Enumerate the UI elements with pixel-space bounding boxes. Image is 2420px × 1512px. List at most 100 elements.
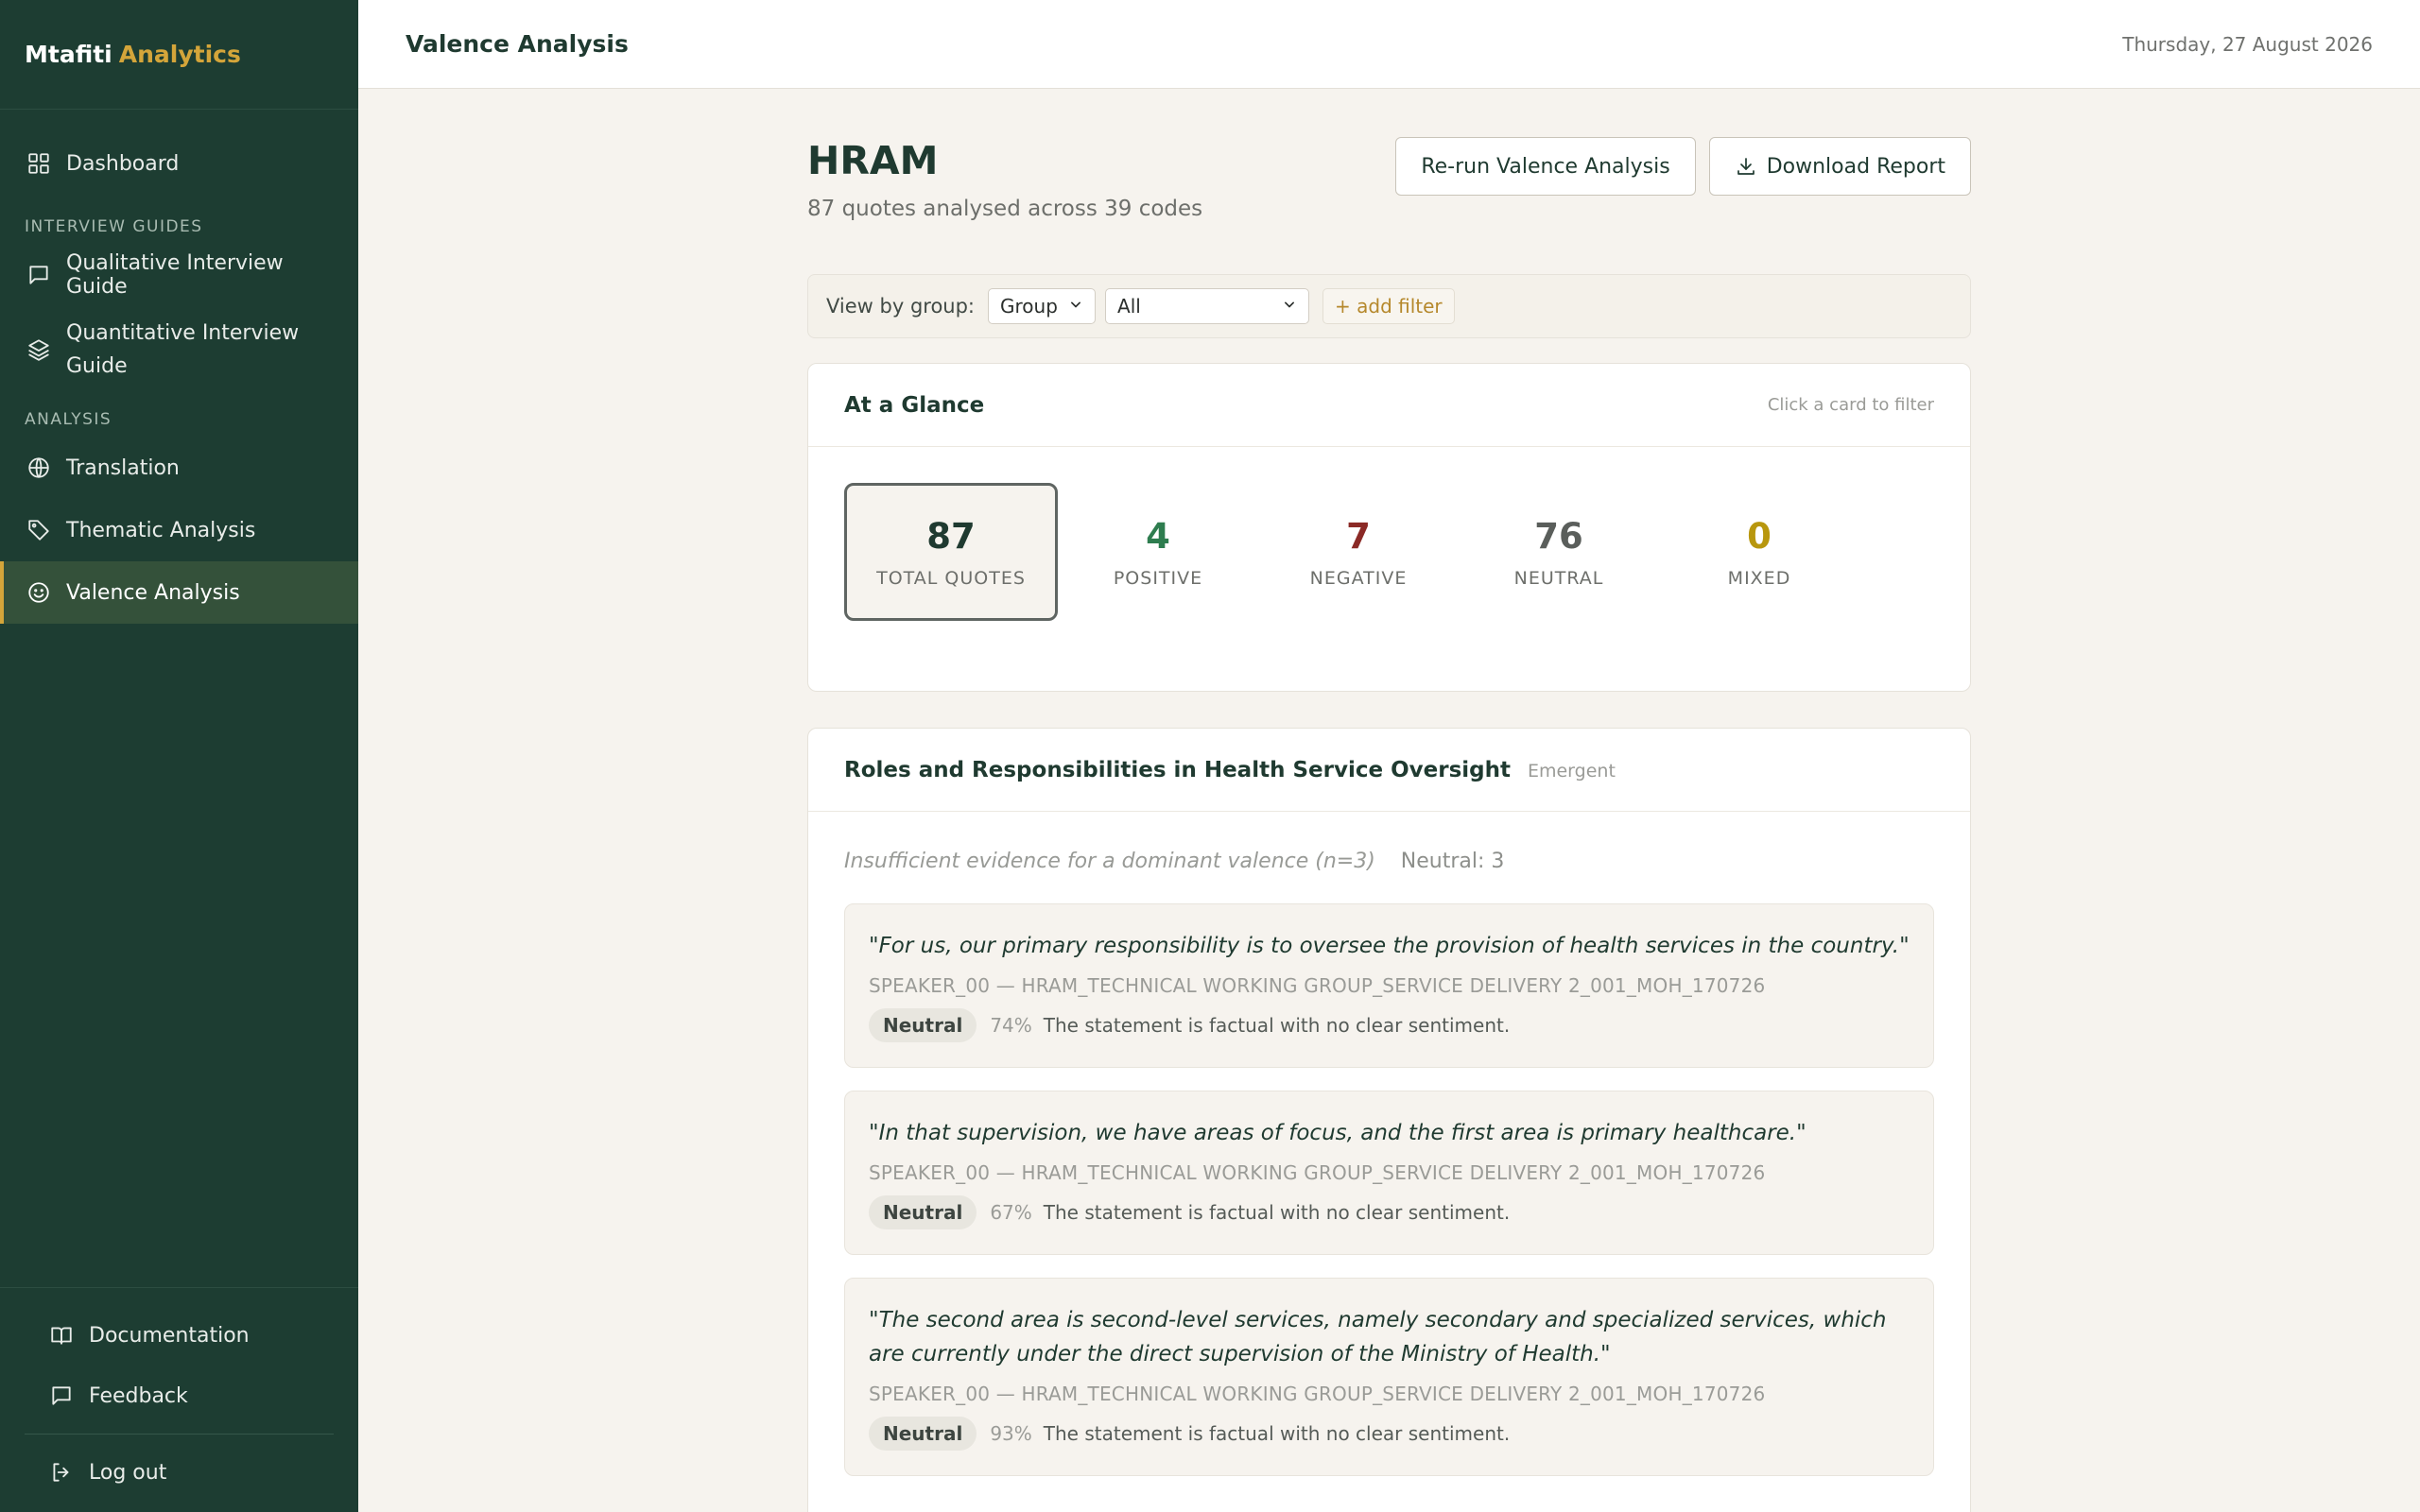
sidebar-item-qualitative-guide[interactable]: Qualitative Interview Guide: [0, 244, 358, 306]
globe-icon: [25, 454, 53, 482]
sidebar-item-label: Valence Analysis: [66, 580, 240, 605]
sidebar-item-label: Translation: [66, 455, 180, 480]
sidebar-item-dashboard[interactable]: Dashboard: [0, 132, 358, 195]
grid-icon: [25, 149, 53, 178]
stat-value: 87: [926, 515, 976, 557]
quote-text: "In that supervision, we have areas of f…: [869, 1121, 1806, 1145]
confidence: 74%: [990, 1014, 1032, 1037]
code-card: Roles and Responsibilities in Health Ser…: [807, 728, 1971, 1512]
layers-icon: [25, 335, 53, 364]
sidebar-footer: Documentation Feedback Log out: [0, 1287, 358, 1512]
sidebar-item-translation[interactable]: Translation: [0, 437, 358, 499]
page-title: HRAM: [807, 138, 939, 183]
code-tag: Emergent: [1527, 760, 1616, 782]
brand-accent: Analytics: [118, 41, 241, 68]
button-label: Download Report: [1766, 154, 1945, 179]
card-header: Roles and Responsibilities in Health Ser…: [808, 729, 1970, 812]
main-content: HRAM 87 quotes analysed across 39 codes …: [807, 89, 1971, 1512]
stat-card-mixed[interactable]: 0 MIXED: [1659, 483, 1859, 621]
header-actions: Re-run Valence Analysis Download Report: [1395, 89, 1971, 196]
logout-icon: [47, 1458, 76, 1486]
sidebar-item-valence-analysis[interactable]: Valence Analysis: [0, 561, 358, 624]
sidebar-item-thematic-analysis[interactable]: Thematic Analysis: [0, 499, 358, 561]
summary-count: Neutral: 3: [1400, 850, 1505, 873]
stat-card-neutral[interactable]: 76 NEUTRAL: [1459, 483, 1659, 621]
smile-icon: [25, 578, 53, 607]
stat-label: MIXED: [1727, 567, 1791, 589]
page-header: HRAM 87 quotes analysed across 39 codes …: [807, 89, 1971, 221]
chat-icon: [25, 261, 53, 289]
card-title: At a Glance: [844, 392, 985, 418]
topbar-title: Valence Analysis: [406, 30, 629, 58]
quote-text: "The second area is second-level service…: [869, 1308, 1887, 1366]
filter-label: View by group:: [826, 295, 976, 318]
brand-name: Mtafiti: [25, 41, 112, 68]
group-value-select[interactable]: All: [1105, 288, 1310, 324]
filter-bar: View by group: Group All + add filter: [807, 274, 1971, 338]
confidence: 67%: [990, 1201, 1032, 1224]
sidebar-item-feedback[interactable]: Feedback: [25, 1366, 334, 1426]
add-filter-button[interactable]: + add filter: [1322, 288, 1455, 324]
quote-source: SPEAKER_00 — HRAM_TECHNICAL WORKING GROU…: [869, 1383, 1766, 1405]
stat-card-negative[interactable]: 7 NEGATIVE: [1258, 483, 1459, 621]
stat-label: TOTAL QUOTES: [876, 567, 1026, 589]
sidebar: Mtafiti Analytics Dashboard INTERVIEW GU…: [0, 0, 358, 1512]
sidebar-item-documentation[interactable]: Documentation: [25, 1305, 334, 1366]
stat-label: NEUTRAL: [1513, 567, 1604, 589]
valence-badge: Neutral: [869, 1417, 977, 1451]
quote-meta: Neutral 93% The statement is factual wit…: [869, 1417, 1910, 1451]
section-label-interview-guides: INTERVIEW GUIDES: [25, 217, 203, 236]
stat-label: NEGATIVE: [1309, 567, 1408, 589]
sidebar-nav: Dashboard INTERVIEW GUIDES Qualitative I…: [0, 110, 358, 624]
card-header: At a Glance Click a card to filter: [808, 364, 1970, 447]
button-label: Re-run Valence Analysis: [1421, 154, 1670, 179]
sidebar-item-label: Documentation: [89, 1323, 250, 1348]
stat-cards: 87 TOTAL QUOTES 4 POSITIVE 7 NEGATIVE 76…: [808, 447, 1970, 691]
select-value: All: [1117, 295, 1141, 318]
stat-card-positive[interactable]: 4 POSITIVE: [1058, 483, 1258, 621]
chat-icon: [47, 1382, 76, 1410]
sidebar-item-quantitative-guide[interactable]: Quantitative Interview Guide: [0, 306, 358, 393]
quote-meta: Neutral 67% The statement is factual wit…: [869, 1195, 1910, 1229]
stat-value: 4: [1146, 515, 1170, 557]
quote-source: SPEAKER_00 — HRAM_TECHNICAL WORKING GROU…: [869, 974, 1766, 997]
page-subtitle: 87 quotes analysed across 39 codes: [807, 197, 1203, 221]
sidebar-item-label: Dashboard: [66, 151, 180, 176]
valence-badge: Neutral: [869, 1195, 977, 1229]
at-a-glance-card: At a Glance Click a card to filter 87 TO…: [807, 363, 1971, 692]
quote-text: "For us, our primary responsibility is t…: [869, 934, 1910, 958]
book-icon: [47, 1321, 76, 1349]
chevron-down-icon: [1280, 295, 1299, 318]
stat-value: 7: [1346, 515, 1371, 557]
card-hint: Click a card to filter: [1767, 395, 1934, 415]
valence-reason: The statement is factual with no clear s…: [1043, 1014, 1511, 1037]
sidebar-item-label: Log out: [89, 1460, 167, 1485]
quote-card: "The second area is second-level service…: [844, 1278, 1934, 1476]
stat-card-total[interactable]: 87 TOTAL QUOTES: [844, 483, 1058, 621]
valence-reason: The statement is factual with no clear s…: [1043, 1201, 1511, 1224]
current-date: Thursday, 27 August 2026: [2122, 32, 2373, 56]
tag-icon: [25, 516, 53, 544]
brand-logo[interactable]: Mtafiti Analytics: [0, 0, 358, 110]
valence-badge: Neutral: [869, 1008, 977, 1042]
summary-text: Insufficient evidence for a dominant val…: [844, 850, 1375, 873]
group-select[interactable]: Group: [988, 288, 1097, 324]
confidence: 93%: [990, 1422, 1032, 1445]
sidebar-item-label: Thematic Analysis: [66, 518, 256, 542]
section-label-analysis: ANALYSIS: [25, 410, 112, 429]
topbar: Valence Analysis Thursday, 27 August 202…: [358, 0, 2420, 89]
sidebar-item-label: Feedback: [89, 1383, 188, 1408]
select-value: Group: [1000, 295, 1058, 318]
stat-label: POSITIVE: [1113, 567, 1203, 589]
divider: [25, 1434, 334, 1435]
download-icon: [1735, 155, 1757, 178]
rerun-valence-button[interactable]: Re-run Valence Analysis: [1395, 137, 1696, 196]
valence-summary: Insufficient evidence for a dominant val…: [844, 812, 1934, 903]
chevron-down-icon: [1066, 295, 1085, 318]
sidebar-item-label: Quantitative Interview Guide: [66, 321, 300, 378]
sidebar-item-label: Qualitative Interview Guide: [66, 251, 284, 299]
download-report-button[interactable]: Download Report: [1708, 137, 1971, 196]
code-title: Roles and Responsibilities in Health Ser…: [844, 757, 1511, 782]
code-body: Insufficient evidence for a dominant val…: [808, 812, 1970, 1512]
logout-button[interactable]: Log out: [25, 1442, 334, 1503]
